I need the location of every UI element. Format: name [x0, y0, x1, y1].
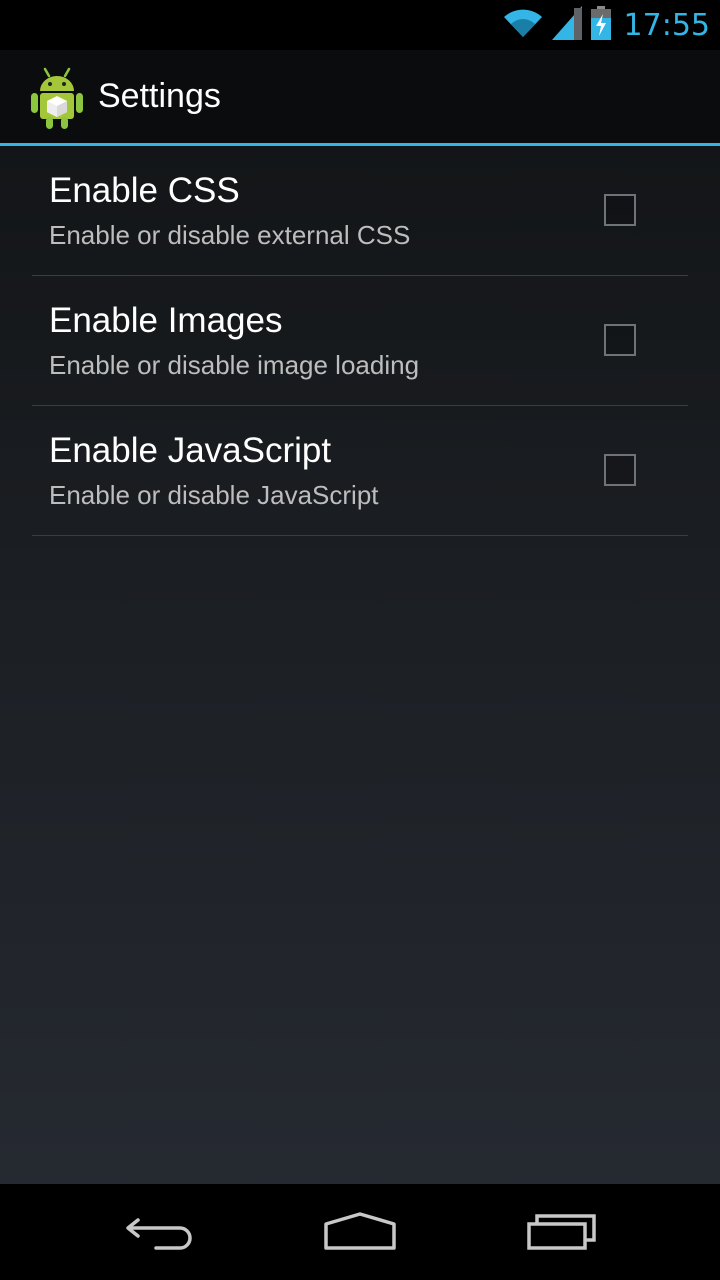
- navigation-bar: [0, 1184, 720, 1280]
- page-title: Settings: [98, 77, 221, 115]
- screen: 17:55 Settings Enable CSS Enable or disa…: [0, 0, 720, 1280]
- status-time: 17:55: [623, 7, 710, 43]
- preference-title: Enable JavaScript: [49, 431, 332, 470]
- wifi-icon: [502, 7, 544, 43]
- preference-list: Enable CSS Enable or disable external CS…: [32, 146, 688, 536]
- android-app-icon[interactable]: [28, 65, 86, 129]
- signal-icon: [551, 6, 582, 44]
- enable-css-checkbox[interactable]: [604, 194, 636, 226]
- preference-summary: Enable or disable JavaScript: [49, 480, 379, 510]
- preference-summary: Enable or disable external CSS: [49, 220, 411, 250]
- status-icons: 17:55: [502, 0, 710, 50]
- preference-enable-images[interactable]: Enable Images Enable or disable image lo…: [32, 276, 688, 406]
- preference-title: Enable Images: [49, 301, 283, 340]
- enable-images-checkbox[interactable]: [604, 324, 636, 356]
- enable-javascript-checkbox[interactable]: [604, 454, 636, 486]
- back-icon[interactable]: [115, 1204, 205, 1260]
- battery-charging-icon: [590, 6, 612, 44]
- preference-title: Enable CSS: [49, 171, 240, 210]
- home-icon[interactable]: [315, 1204, 405, 1260]
- preference-enable-css[interactable]: Enable CSS Enable or disable external CS…: [32, 146, 688, 276]
- preference-summary: Enable or disable image loading: [49, 350, 420, 380]
- status-bar: 17:55: [0, 0, 720, 50]
- action-bar: Settings: [0, 50, 720, 146]
- preference-enable-javascript[interactable]: Enable JavaScript Enable or disable Java…: [32, 406, 688, 536]
- recent-apps-icon[interactable]: [517, 1204, 607, 1260]
